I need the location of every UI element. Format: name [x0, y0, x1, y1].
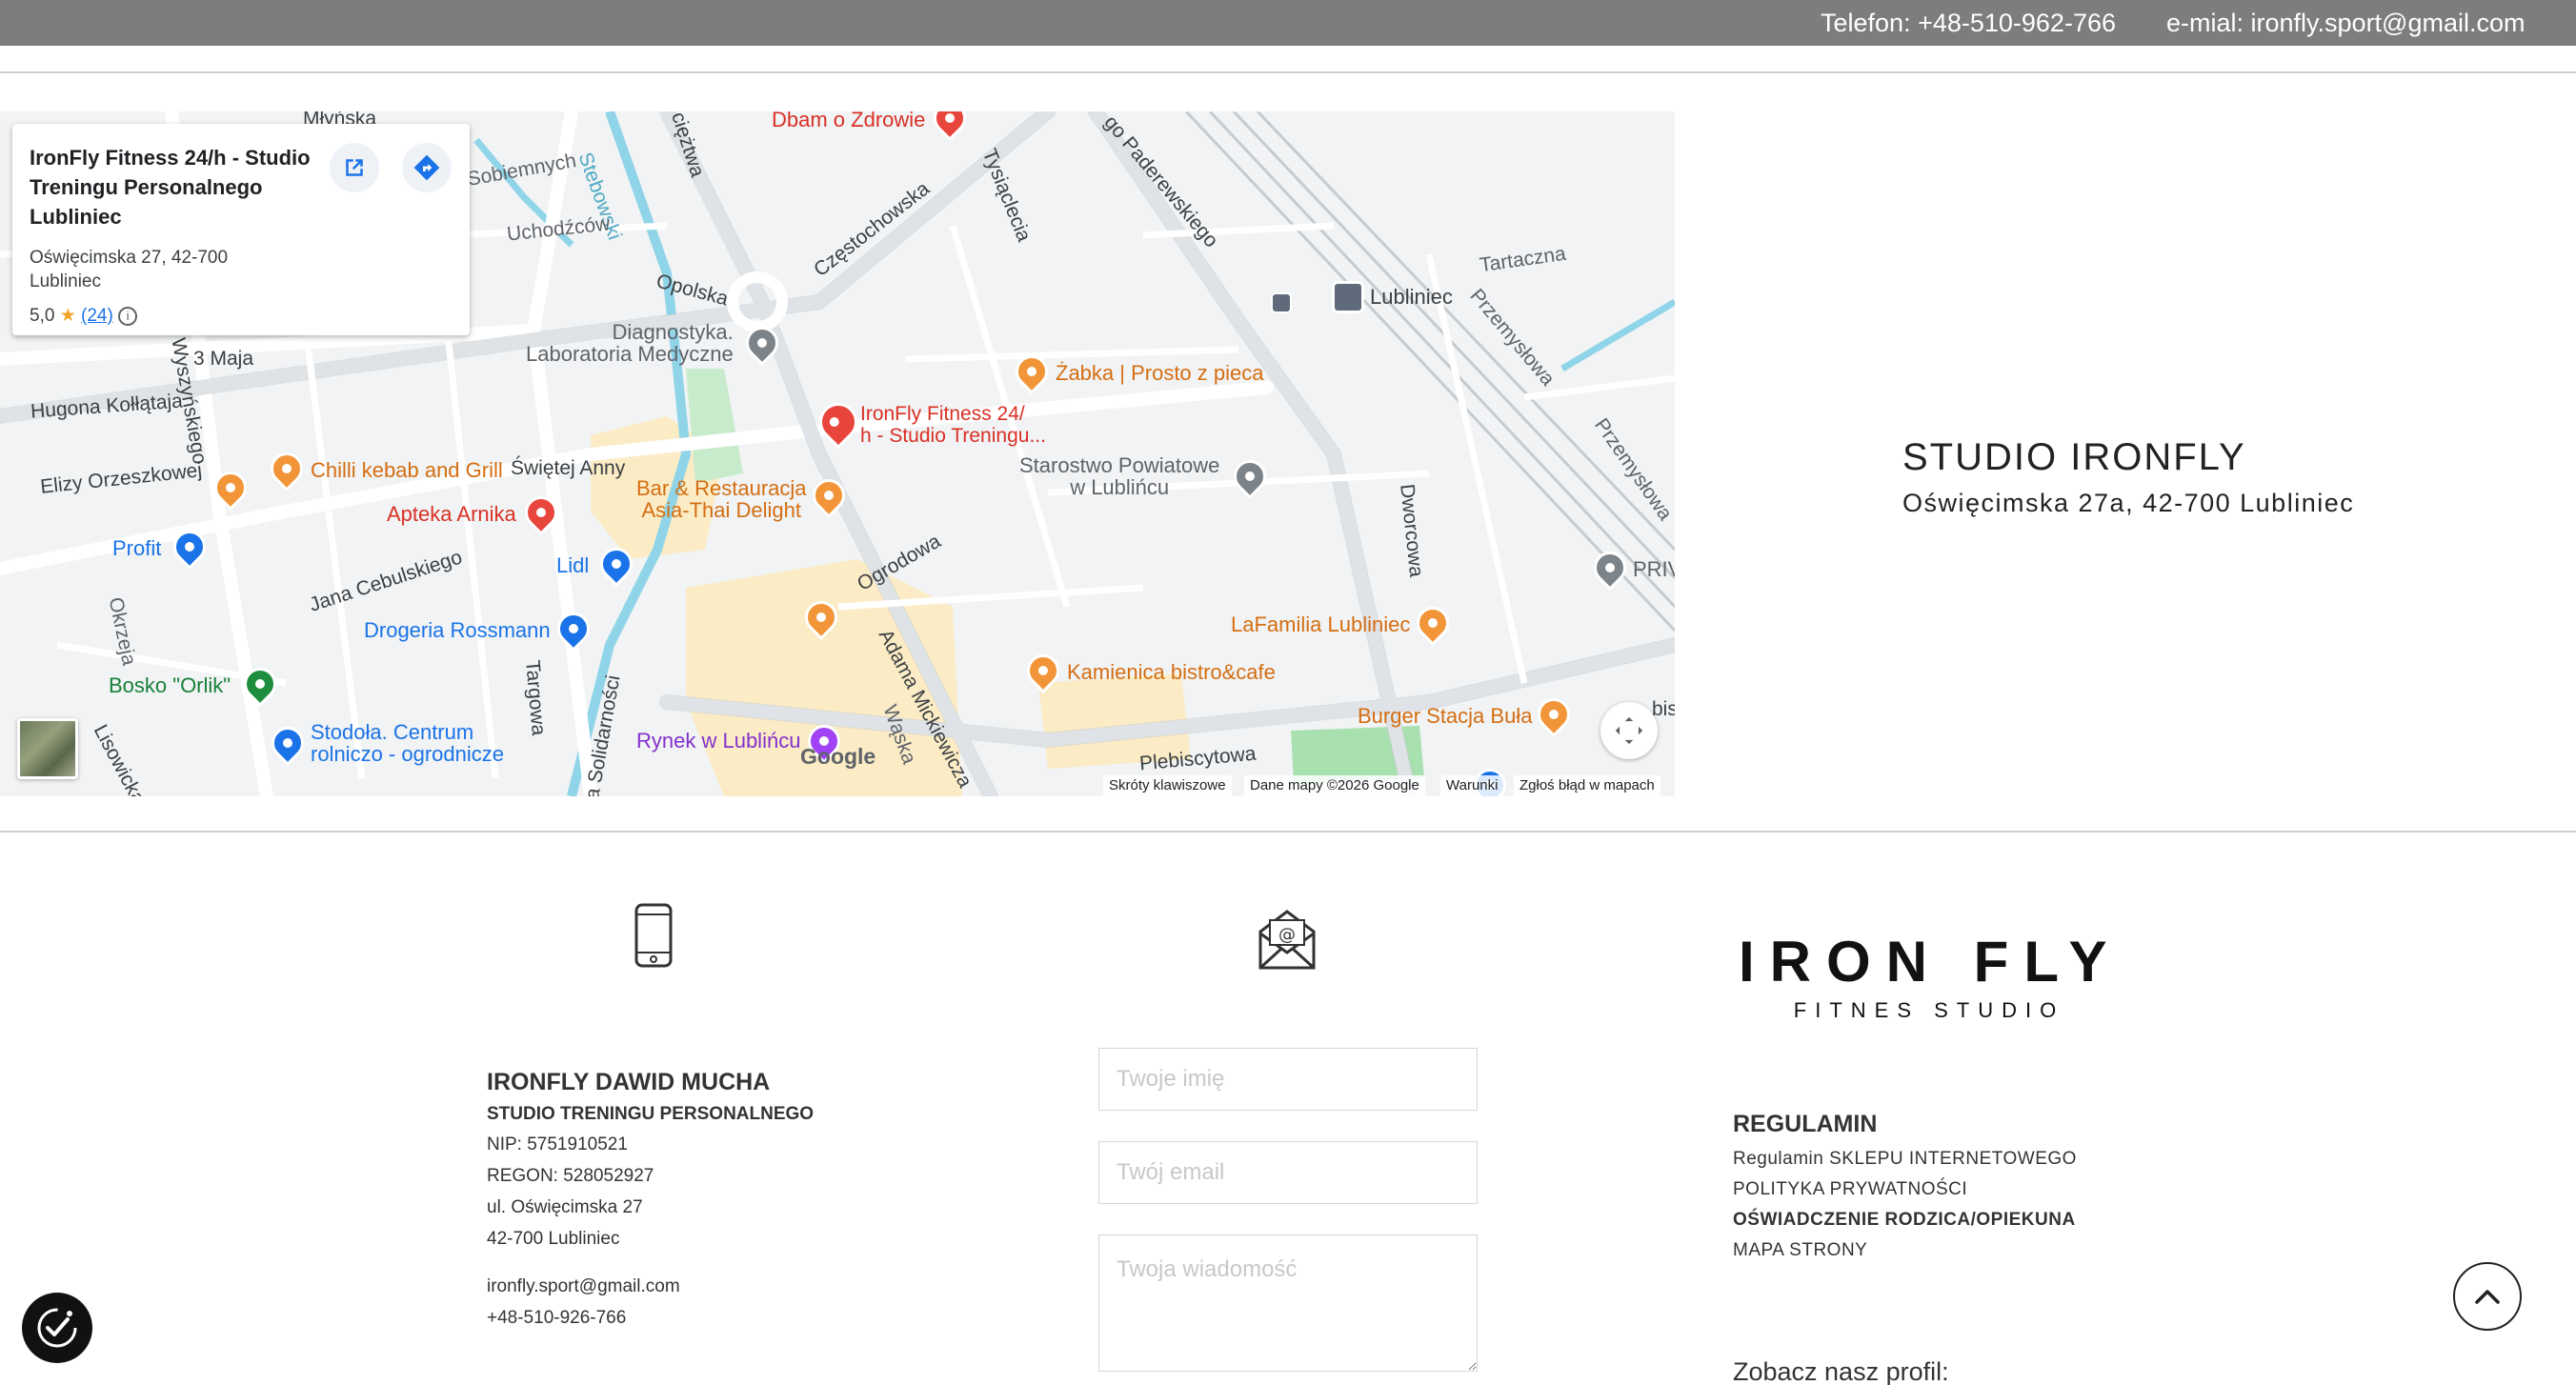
open-in-maps-button[interactable]	[330, 143, 379, 192]
fullscreen-button[interactable]	[1600, 702, 1658, 759]
company-phone-link[interactable]: +48-510-926-766	[487, 1302, 814, 1334]
poi-profit-label[interactable]: Profit	[112, 536, 161, 561]
top-phone-link[interactable]: Telefon: +48-510-962-766	[1821, 9, 2116, 38]
svg-text:@: @	[1278, 925, 1296, 945]
poi-rossmann-label[interactable]: Drogeria Rossmann	[364, 618, 551, 643]
company-name: IRONFLY DAWID MUCHA	[487, 1069, 771, 1095]
company-subtitle: STUDIO TRENINGU PERSONALNEGO	[487, 1104, 815, 1124]
poi-burger-label[interactable]: Burger Stacja Buła	[1358, 704, 1532, 729]
studio-title: STUDIO IRONFLY	[1902, 436, 2246, 478]
reviews-count-link[interactable]: (24)	[81, 306, 113, 326]
info-icon[interactable]: i	[118, 306, 138, 326]
train-station-icon[interactable]	[1332, 281, 1364, 313]
star-icon: ★	[59, 306, 76, 326]
shop-regulations-link[interactable]: Regulamin SKLEPU INTERNETOWEGO	[1733, 1144, 2077, 1174]
divider	[0, 71, 2576, 73]
top-email-link[interactable]: e-mial: ironfly.sport@gmail.com	[2166, 9, 2526, 38]
street-label: Świętej Anny	[511, 457, 626, 479]
bus-stop-icon[interactable]	[1271, 292, 1292, 313]
poi-bar-label[interactable]: Bar & Restauracja Asia-Thai Delight	[636, 477, 807, 521]
map-data-text: Dane mapy ©2026 Google	[1244, 775, 1425, 796]
poi-station-label[interactable]: Lubliniec	[1370, 285, 1453, 310]
poi-lidl-label[interactable]: Lidl	[556, 553, 589, 578]
poi-apteka-label[interactable]: Apteka Arnika	[387, 502, 516, 527]
parent-statement-link[interactable]: OŚWIADCZENIE RODZICA/OPIEKUNA	[1733, 1205, 2077, 1235]
google-map[interactable]: Młyńska Stebowski ciężtwa Sobiemnych Uch…	[0, 111, 1675, 796]
regulations-heading: REGULAMIN	[1733, 1111, 1878, 1137]
street-label: 3 Maja	[193, 348, 254, 370]
company-email-link[interactable]: ironfly.sport@gmail.com	[487, 1271, 814, 1302]
poi-dbam-label[interactable]: Dbam o Zdrowie	[772, 111, 925, 132]
place-rating: 5,0 ★ (24) i	[30, 305, 138, 327]
poi-chilli-label[interactable]: Chilli kebab and Grill	[311, 458, 503, 483]
profile-heading: Zobacz nasz profil:	[1733, 1357, 1949, 1385]
company-city: 42-700 Lubliniec	[487, 1229, 620, 1249]
chevron-up-icon	[2475, 1290, 2500, 1304]
poi-kamienica-label[interactable]: Kamienica bistro&cafe	[1067, 660, 1276, 685]
email-envelope-icon: @	[1258, 910, 1316, 970]
name-input[interactable]	[1098, 1048, 1478, 1111]
email-input[interactable]	[1098, 1141, 1478, 1204]
poi-stodola-label[interactable]: Stodoła. Centrum rolniczo - ogrodnicze	[311, 721, 504, 765]
company-info: IRONFLY DAWID MUCHA STUDIO TRENINGU PERS…	[487, 1069, 814, 1334]
poi-starostwo-label[interactable]: Starostwo Powiatowe w Lublińcu	[1019, 454, 1219, 498]
ironfly-logo[interactable]: IRON FLY FITNES STUDIO	[1739, 929, 2120, 1023]
poi-diagnostyka-label[interactable]: Diagnostyka. Laboratoria Medyczne	[526, 321, 734, 365]
logo-main-text: IRON FLY	[1739, 930, 2123, 994]
regulations-links: REGULAMIN Regulamin SKLEPU INTERNETOWEGO…	[1733, 1111, 2077, 1266]
privacy-policy-link[interactable]: POLITYKA PRYWATNOŚCI	[1733, 1174, 2077, 1205]
terms-link[interactable]: Warunki	[1440, 775, 1504, 796]
directions-icon	[413, 154, 440, 181]
poi-rynek-label[interactable]: Rynek w Lublińcu	[636, 729, 800, 753]
poi-zabka-label[interactable]: Żabka | Prosto z pieca	[1056, 361, 1264, 386]
company-nip: NIP: 5751910521	[487, 1134, 628, 1154]
top-contact-bar: Telefon: +48-510-962-766 e-mial: ironfly…	[0, 0, 2576, 46]
keyboard-shortcuts-link[interactable]: Skróty klawiszowe	[1103, 775, 1232, 796]
place-address: Oświęcimska 27, 42-700 Lubliniec	[30, 248, 229, 291]
scroll-to-top-button[interactable]	[2453, 1262, 2522, 1331]
poi-priv-label[interactable]: PRIV	[1633, 557, 1675, 582]
mobile-phone-icon	[634, 903, 673, 968]
directions-button[interactable]	[402, 143, 452, 192]
satellite-toggle-button[interactable]	[17, 718, 78, 779]
rating-value: 5,0	[30, 306, 55, 326]
sitemap-link[interactable]: MAPA STRONY	[1733, 1235, 2077, 1266]
fullscreen-icon	[1615, 716, 1643, 745]
place-name: IronFly Fitness 24/h - Studio Treningu P…	[30, 146, 311, 229]
accessibility-button[interactable]	[22, 1293, 92, 1363]
poi-orlik-label[interactable]: Bosko "Orlik"	[109, 673, 231, 698]
poi-ironfly-label[interactable]: IronFly Fitness 24/ h - Studio Treningu.…	[860, 403, 1046, 447]
accessibility-check-icon	[37, 1308, 77, 1348]
company-street: ul. Oświęcimska 27	[487, 1197, 643, 1217]
external-link-icon	[346, 159, 363, 176]
google-logo: Google	[800, 744, 876, 769]
report-error-link[interactable]: Zgłoś błąd w mapach	[1514, 775, 1660, 796]
studio-address: Oświęcimska 27a, 42-700 Lubliniec	[1902, 489, 2355, 517]
street-label: bis	[1652, 698, 1675, 720]
divider	[0, 831, 2576, 833]
poi-lafamilia-label[interactable]: LaFamilia Lubliniec	[1231, 612, 1410, 637]
message-textarea[interactable]	[1098, 1234, 1478, 1372]
company-regon: REGON: 528052927	[487, 1166, 654, 1186]
logo-sub-text: FITNES STUDIO	[1793, 998, 2065, 1022]
place-info-card: IronFly Fitness 24/h - Studio Treningu P…	[12, 124, 470, 335]
